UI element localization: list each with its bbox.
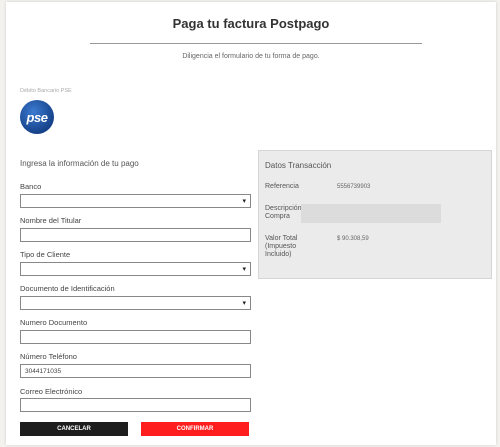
referencia-label: Referencia (265, 183, 299, 190)
page-title: Paga tu factura Postpago (172, 16, 330, 31)
telefono-label: Número Teléfono (20, 352, 77, 361)
payment-card: Paga tu factura Postpago Diligencia el f… (6, 2, 496, 445)
pse-logo-icon: pse (20, 100, 54, 134)
documento-id-select[interactable]: ▾ (20, 296, 251, 310)
title-divider (90, 43, 422, 44)
valor-value: $ 90.308,59 (337, 236, 369, 242)
cancel-button[interactable]: CANCELAR (20, 422, 128, 436)
transaction-panel: Datos Transacción Referencia 5556739903 … (258, 150, 492, 279)
correo-label: Correo Electrónico (20, 387, 83, 396)
transaction-title: Datos Transacción (265, 161, 332, 170)
banco-select[interactable]: ▾ (20, 194, 251, 208)
confirm-button[interactable]: CONFIRMAR (141, 422, 249, 436)
telefono-input[interactable]: 3044171035 (20, 364, 251, 378)
titular-input[interactable] (20, 228, 251, 242)
chevron-down-icon: ▾ (242, 300, 246, 307)
numero-documento-input[interactable] (20, 330, 251, 344)
titular-label: Nombre del Titular (20, 216, 82, 225)
telefono-value: 3044171035 (25, 368, 62, 375)
numero-documento-label: Numero Documento (20, 318, 88, 327)
descripcion-value-redacted (301, 204, 441, 223)
form-heading: Ingresa la información de tu pago (20, 159, 139, 168)
chevron-down-icon: ▾ (242, 266, 246, 273)
chevron-down-icon: ▾ (242, 198, 246, 205)
banco-label: Banco (20, 182, 42, 191)
documento-id-label: Documento de Identificación (20, 284, 115, 293)
referencia-value: 5556739903 (337, 184, 371, 190)
correo-input[interactable] (20, 398, 251, 412)
page-subtitle: Diligencia el formulario de tu forma de … (182, 53, 320, 60)
valor-label: Valor Total (Impuesto Incluido) (265, 235, 298, 258)
payment-method-label: Débito Bancario PSE (20, 88, 72, 94)
tipo-cliente-select[interactable]: ▾ (20, 262, 251, 276)
tipo-cliente-label: Tipo de Cliente (20, 250, 71, 259)
